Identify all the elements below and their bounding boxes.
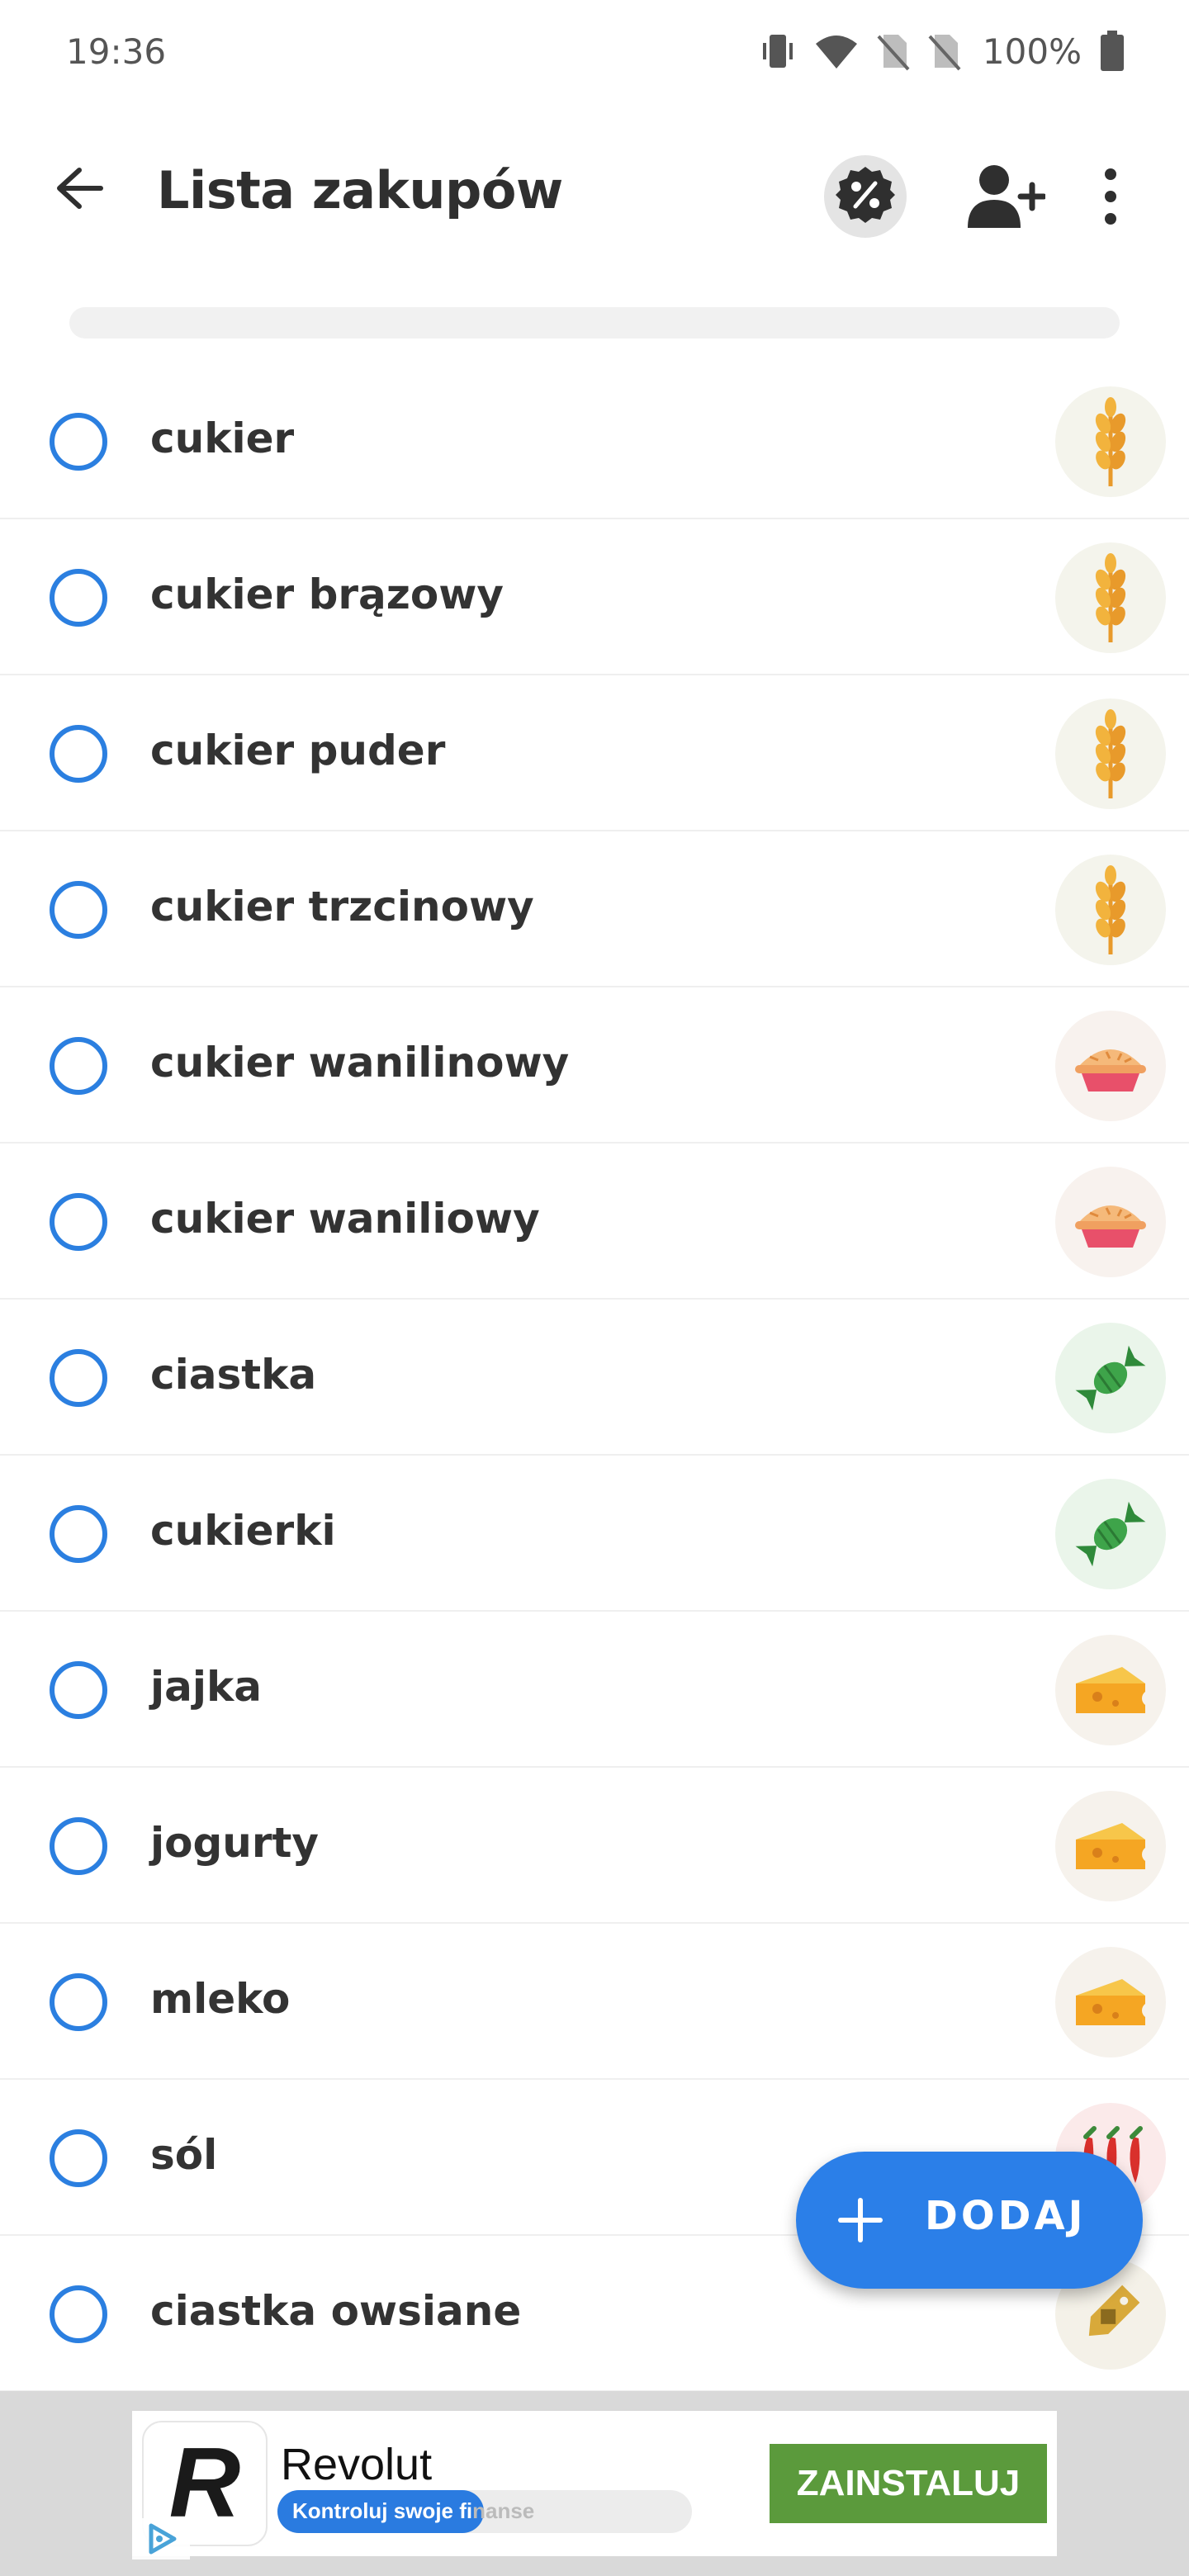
- item-label: cukier waniliowy: [150, 1195, 540, 1243]
- vibrate-icon: [760, 31, 796, 71]
- app-bar: Lista zakupów: [0, 107, 1189, 281]
- no-sim-icon: [928, 31, 961, 71]
- wheat-icon[interactable]: [1055, 542, 1166, 653]
- item-label: jajka: [150, 1663, 263, 1711]
- ad-subtitle-text: Kontroluj swoje fi: [292, 2498, 473, 2523]
- battery-icon: [1100, 31, 1125, 72]
- cheese-icon[interactable]: [1055, 1947, 1166, 2057]
- more-vertical-icon: [1102, 168, 1119, 230]
- item-checkbox[interactable]: [50, 1505, 107, 1563]
- status-bar: 19:36 100%: [0, 0, 1189, 107]
- add-user-button[interactable]: [964, 157, 1047, 239]
- item-checkbox[interactable]: [50, 569, 107, 627]
- ad-install-button[interactable]: ZAINSTALUJ: [770, 2444, 1047, 2523]
- plus-icon: [836, 2195, 885, 2249]
- ad-choices-icon[interactable]: [132, 2518, 190, 2559]
- ad-subtitle: Kontroluj swoje finanse: [292, 2498, 534, 2524]
- list-item[interactable]: cukier waniliowy: [0, 1144, 1189, 1300]
- wheat-icon[interactable]: [1055, 386, 1166, 497]
- back-button[interactable]: [46, 157, 112, 223]
- item-label: ciastka: [150, 1351, 317, 1399]
- list-item[interactable]: cukier puder: [0, 675, 1189, 831]
- item-label: jogurty: [150, 1819, 320, 1867]
- promotions-button[interactable]: [824, 155, 907, 238]
- arrow-left-icon: [54, 167, 104, 214]
- item-label: mleko: [150, 1975, 291, 2023]
- item-checkbox[interactable]: [50, 725, 107, 783]
- ad-title[interactable]: Revolut: [281, 2439, 432, 2490]
- pie-icon[interactable]: [1055, 1011, 1166, 1121]
- list-item[interactable]: cukier trzcinowy: [0, 831, 1189, 987]
- item-label: cukier: [150, 414, 295, 462]
- item-checkbox[interactable]: [50, 2285, 107, 2343]
- item-checkbox[interactable]: [50, 1817, 107, 1875]
- list-item[interactable]: cukier wanilinowy: [0, 987, 1189, 1144]
- no-sim-icon: [877, 31, 910, 71]
- add-user-icon: [966, 163, 1047, 234]
- cheese-icon[interactable]: [1055, 1635, 1166, 1745]
- page-title: Lista zakupów: [157, 160, 563, 220]
- list-item[interactable]: cukier brązowy: [0, 519, 1189, 675]
- wheat-icon[interactable]: [1055, 855, 1166, 965]
- item-label: cukierki: [150, 1507, 336, 1555]
- ad-banner: R Revolut Kontroluj swoje finanse ZAINST…: [0, 2391, 1189, 2576]
- item-checkbox[interactable]: [50, 1193, 107, 1251]
- item-checkbox[interactable]: [50, 2129, 107, 2187]
- shopping-list: cukier cukier brązowy cukier puder cukie…: [0, 363, 1189, 2392]
- item-label: cukier brązowy: [150, 571, 504, 618]
- list-progress-bar: [69, 307, 1120, 339]
- cheese-icon[interactable]: [1055, 1791, 1166, 1901]
- more-options-button[interactable]: [1082, 157, 1139, 239]
- ad-card[interactable]: R Revolut Kontroluj swoje finanse ZAINST…: [132, 2411, 1057, 2559]
- item-checkbox[interactable]: [50, 1661, 107, 1719]
- candy-icon[interactable]: [1055, 1479, 1166, 1589]
- battery-percentage: 100%: [982, 31, 1082, 72]
- add-item-label: DODAJ: [925, 2193, 1087, 2239]
- percent-badge-icon: [836, 165, 895, 229]
- item-checkbox[interactable]: [50, 1349, 107, 1407]
- item-checkbox[interactable]: [50, 1973, 107, 2031]
- pie-icon[interactable]: [1055, 1167, 1166, 1277]
- status-icons: 100%: [760, 28, 1125, 74]
- item-label: ciastka owsiane: [150, 2287, 522, 2335]
- item-label: cukier puder: [150, 727, 446, 774]
- status-time: 19:36: [66, 31, 167, 72]
- item-checkbox[interactable]: [50, 881, 107, 939]
- list-item[interactable]: cukierki: [0, 1456, 1189, 1612]
- item-label: cukier wanilinowy: [150, 1039, 570, 1087]
- item-checkbox[interactable]: [50, 413, 107, 471]
- ad-subtitle-tail: nanse: [472, 2498, 535, 2523]
- list-item[interactable]: jajka: [0, 1612, 1189, 1768]
- item-label: cukier trzcinowy: [150, 883, 534, 930]
- list-item[interactable]: mleko: [0, 1924, 1189, 2080]
- list-item[interactable]: ciastka: [0, 1300, 1189, 1456]
- add-item-button[interactable]: DODAJ: [796, 2152, 1143, 2289]
- item-checkbox[interactable]: [50, 1037, 107, 1095]
- wifi-icon: [814, 32, 859, 70]
- candy-icon[interactable]: [1055, 1323, 1166, 1433]
- list-item[interactable]: jogurty: [0, 1768, 1189, 1924]
- item-label: sól: [150, 2131, 218, 2179]
- wheat-icon[interactable]: [1055, 698, 1166, 809]
- list-item[interactable]: cukier: [0, 363, 1189, 519]
